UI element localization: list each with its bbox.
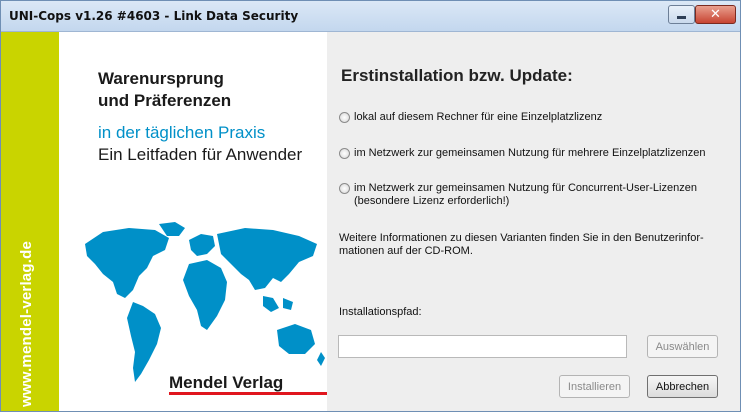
- publisher-logo: Mendel Verlag: [169, 373, 284, 392]
- book-tagline: Ein Leitfaden für Anwender: [98, 145, 303, 164]
- option-local[interactable]: lokal auf diesem Rechner für eine Einzel…: [339, 111, 602, 124]
- option-local-label: lokal auf diesem Rechner für eine Einzel…: [354, 111, 603, 123]
- book-title-line1: Warenursprung: [98, 69, 224, 88]
- minimize-icon: [677, 16, 686, 19]
- book-cover-panel: Warenursprung und Präferenzen in der täg…: [59, 32, 327, 411]
- install-path-input[interactable]: [338, 335, 627, 358]
- radio-network-multi[interactable]: [339, 148, 350, 159]
- radio-local[interactable]: [339, 112, 350, 123]
- book-title: Warenursprung und Präferenzen: [98, 68, 231, 112]
- brand-sidebar: www.mendel-verlag.de: [1, 32, 59, 411]
- install-button[interactable]: Installieren: [559, 375, 630, 398]
- install-options-panel: Erstinstallation bzw. Update: lokal auf …: [327, 32, 740, 411]
- minimize-button[interactable]: [668, 5, 695, 24]
- book-subtitle: in der täglichen Praxis: [98, 123, 266, 142]
- install-path-label: Installationspfad:: [339, 306, 422, 318]
- publisher-url: www.mendel-verlag.de: [18, 241, 35, 407]
- info-text-line1: Weitere Informationen zu diesen Variante…: [339, 232, 704, 244]
- option-network-concurrent-line2: (besondere Lizenz erforderlich!): [354, 195, 510, 207]
- radio-network-concurrent[interactable]: [339, 183, 350, 194]
- cancel-button[interactable]: Abbrechen: [647, 375, 718, 398]
- info-text-line2: mationen auf der CD-ROM.: [339, 245, 473, 257]
- option-network-multi[interactable]: im Netzwerk zur gemeinsamen Nutzung für …: [339, 147, 706, 160]
- window-title: UNI-Cops v1.26 #4603 - Link Data Securit…: [9, 9, 299, 23]
- installer-window: UNI-Cops v1.26 #4603 - Link Data Securit…: [0, 0, 741, 412]
- option-network-concurrent-label: im Netzwerk zur gemeinsamen Nutzung für …: [354, 182, 697, 208]
- publisher-underline: [169, 392, 327, 395]
- option-network-concurrent[interactable]: im Netzwerk zur gemeinsamen Nutzung für …: [339, 182, 697, 208]
- content-area: www.mendel-verlag.de Warenursprung und P…: [1, 32, 740, 411]
- option-network-concurrent-line1: im Netzwerk zur gemeinsamen Nutzung für …: [354, 182, 697, 194]
- title-bar[interactable]: UNI-Cops v1.26 #4603 - Link Data Securit…: [1, 1, 740, 32]
- browse-button[interactable]: Auswählen: [647, 335, 718, 358]
- info-text: Weitere Informationen zu diesen Variante…: [339, 232, 729, 258]
- install-heading: Erstinstallation bzw. Update:: [341, 66, 573, 85]
- book-title-line2: und Präferenzen: [98, 91, 232, 110]
- close-button[interactable]: ✕: [695, 5, 736, 24]
- option-network-multi-label: im Netzwerk zur gemeinsamen Nutzung für …: [354, 147, 706, 159]
- close-icon: ✕: [710, 7, 721, 22]
